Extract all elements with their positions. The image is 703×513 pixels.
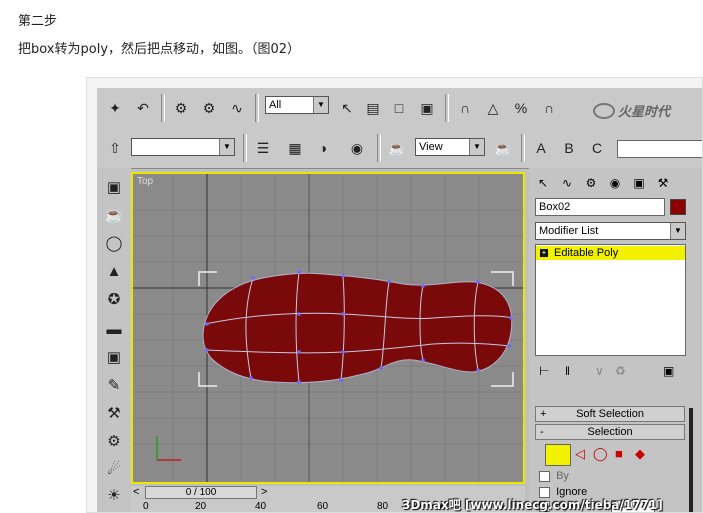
- render-c-button[interactable]: C: [585, 136, 609, 160]
- vertex-level-button[interactable]: [545, 444, 571, 466]
- viewport-canvas: [133, 174, 523, 482]
- camera-icon[interactable]: ⚒: [102, 402, 126, 424]
- soft-selection-rollout[interactable]: + Soft Selection: [535, 406, 685, 422]
- cone-icon[interactable]: ▲: [102, 260, 126, 282]
- selection-rollout[interactable]: - Selection: [535, 424, 685, 440]
- command-input[interactable]: [617, 140, 702, 158]
- polygon-level-icon[interactable]: ■: [615, 446, 623, 461]
- modifier-stack: + Editable Poly: [535, 244, 686, 356]
- step-title: 第二步: [18, 14, 58, 29]
- select-by-name-icon[interactable]: ▤: [361, 96, 385, 120]
- next-frame-arrow[interactable]: >: [261, 486, 267, 498]
- gear-icon[interactable]: ⚙: [102, 430, 126, 452]
- svg-text:火星时代: 火星时代: [618, 104, 672, 120]
- modifier-list-dropdown[interactable]: Modifier List ▼: [535, 222, 686, 240]
- step-description: 把box转为poly，然后把点移动，如图。（图02）: [18, 42, 301, 57]
- element-level-icon[interactable]: ◆: [635, 446, 645, 462]
- object-name-field[interactable]: Box02: [535, 198, 665, 216]
- max-window: ✦ ↶ ⚙ ⚙ ∿ All ▼ ↖ ▤ □ ▣ ∩ △ % ∩ 火星时代 ⇧ ▼…: [97, 88, 702, 512]
- view-dropdown[interactable]: View ▼: [415, 138, 485, 156]
- make-unique-icon[interactable]: ∨: [595, 364, 604, 378]
- chevron-down-icon: ▼: [670, 223, 685, 239]
- named-selection-dropdown[interactable]: ▼: [131, 138, 235, 156]
- angle-snap-icon[interactable]: ∩: [453, 96, 477, 120]
- render-a-button[interactable]: A: [529, 136, 553, 160]
- system-icon[interactable]: ☀: [102, 484, 126, 506]
- top-viewport[interactable]: Top: [131, 172, 525, 484]
- bind-spacewarp-icon[interactable]: ∿: [225, 96, 249, 120]
- quick-render-icon[interactable]: ☕: [491, 136, 515, 160]
- stack-item-editable-poly[interactable]: + Editable Poly: [536, 246, 685, 260]
- create-tab-toolbar: ▣ ☕ ◯ ▲ ✪ ▬ ▣ ✎ ⚒ ⚙ ☄ ☀: [97, 168, 131, 512]
- secondary-toolbar: ⇧ ▼ ☰ ▦ ◑ ◉ ☕ View ▼ ☕ A B C: [97, 128, 702, 169]
- motion-tab-icon[interactable]: ◉: [605, 174, 625, 192]
- panel-scrollbar[interactable]: [689, 408, 693, 512]
- layers-icon[interactable]: ☰: [251, 136, 275, 160]
- select-object-icon[interactable]: ↖: [335, 96, 359, 120]
- axis-tripod: [156, 436, 181, 461]
- utilities-tab-icon[interactable]: ⚒: [653, 174, 673, 192]
- select-link-icon[interactable]: ✦: [103, 96, 127, 120]
- main-toolbar: ✦ ↶ ⚙ ⚙ ∿ All ▼ ↖ ▤ □ ▣ ∩ △ % ∩ 火星时代: [97, 88, 702, 129]
- edit-named-selection-icon[interactable]: ∩: [537, 96, 561, 120]
- unlink-icon[interactable]: ⚙: [197, 96, 221, 120]
- watermark: 3Dmax吧 [www.linecg.com/tieba/1771]: [402, 498, 663, 512]
- stack-buttons: ⊢ ‖ ∨ ♻ ▣: [535, 364, 686, 380]
- render-scene-icon[interactable]: ☕: [385, 136, 409, 160]
- prev-frame-arrow[interactable]: <: [133, 486, 139, 498]
- link-icon[interactable]: ⚙: [169, 96, 193, 120]
- render-b-button[interactable]: B: [557, 136, 581, 160]
- create-tab-icon[interactable]: ↖: [533, 174, 553, 192]
- view-dropdown-value: View: [419, 141, 443, 153]
- rectangle-selection-icon[interactable]: □: [387, 96, 411, 120]
- compound-icon[interactable]: ▬: [102, 318, 126, 340]
- helper-icon[interactable]: ☄: [102, 458, 126, 480]
- material-editor-icon[interactable]: ◉: [345, 136, 369, 160]
- modify-tab-icon[interactable]: ∿: [557, 174, 577, 192]
- named-selection-icon[interactable]: ⇧: [103, 136, 127, 160]
- box-icon[interactable]: ▣: [102, 176, 126, 198]
- track-view-icon[interactable]: ▦: [283, 136, 307, 160]
- chevron-down-icon: ▼: [313, 97, 328, 113]
- object-color-swatch[interactable]: [670, 199, 686, 215]
- screenshot-frame: ✦ ↶ ⚙ ⚙ ∿ All ▼ ↖ ▤ □ ▣ ∩ △ % ∩ 火星时代 ⇧ ▼…: [86, 77, 703, 513]
- schematic-view-icon[interactable]: ◑: [311, 136, 335, 160]
- selection-filter-value: All: [269, 99, 282, 111]
- window-crossing-icon[interactable]: ▣: [415, 96, 439, 120]
- hierarchy-tab-icon[interactable]: ⚙: [581, 174, 601, 192]
- teapot-icon[interactable]: ☕: [102, 204, 126, 226]
- remove-modifier-icon[interactable]: ♻: [615, 364, 626, 378]
- pin-stack-icon[interactable]: ⊢: [539, 364, 549, 378]
- spline-icon[interactable]: ✪: [102, 288, 126, 310]
- configure-sets-icon[interactable]: ▣: [663, 364, 674, 378]
- chevron-down-icon: ▼: [469, 139, 484, 155]
- border-level-icon[interactable]: ◯: [593, 446, 608, 462]
- light-icon[interactable]: ✎: [102, 374, 126, 396]
- display-tab-icon[interactable]: ▣: [629, 174, 649, 192]
- edge-level-icon[interactable]: ◁: [575, 446, 585, 462]
- time-slider[interactable]: 0 / 100: [145, 486, 257, 499]
- percent-snap-icon[interactable]: △: [481, 96, 505, 120]
- show-end-result-icon[interactable]: ‖: [565, 364, 570, 378]
- chevron-down-icon: ▼: [219, 139, 234, 155]
- expand-icon[interactable]: +: [540, 249, 548, 257]
- undo-icon[interactable]: ↶: [131, 96, 155, 120]
- sphere-icon[interactable]: ◯: [102, 232, 126, 254]
- selection-filter-dropdown[interactable]: All ▼: [265, 96, 329, 114]
- by-vertex-checkbox[interactable]: By: [539, 470, 569, 482]
- cylinder-icon[interactable]: ▣: [102, 346, 126, 368]
- spinner-snap-icon[interactable]: %: [509, 96, 533, 120]
- logo: 火星时代: [592, 101, 700, 121]
- command-panel: ↖ ∿ ⚙ ◉ ▣ ⚒ Box02 Modifier List ▼ + Edit…: [529, 168, 702, 512]
